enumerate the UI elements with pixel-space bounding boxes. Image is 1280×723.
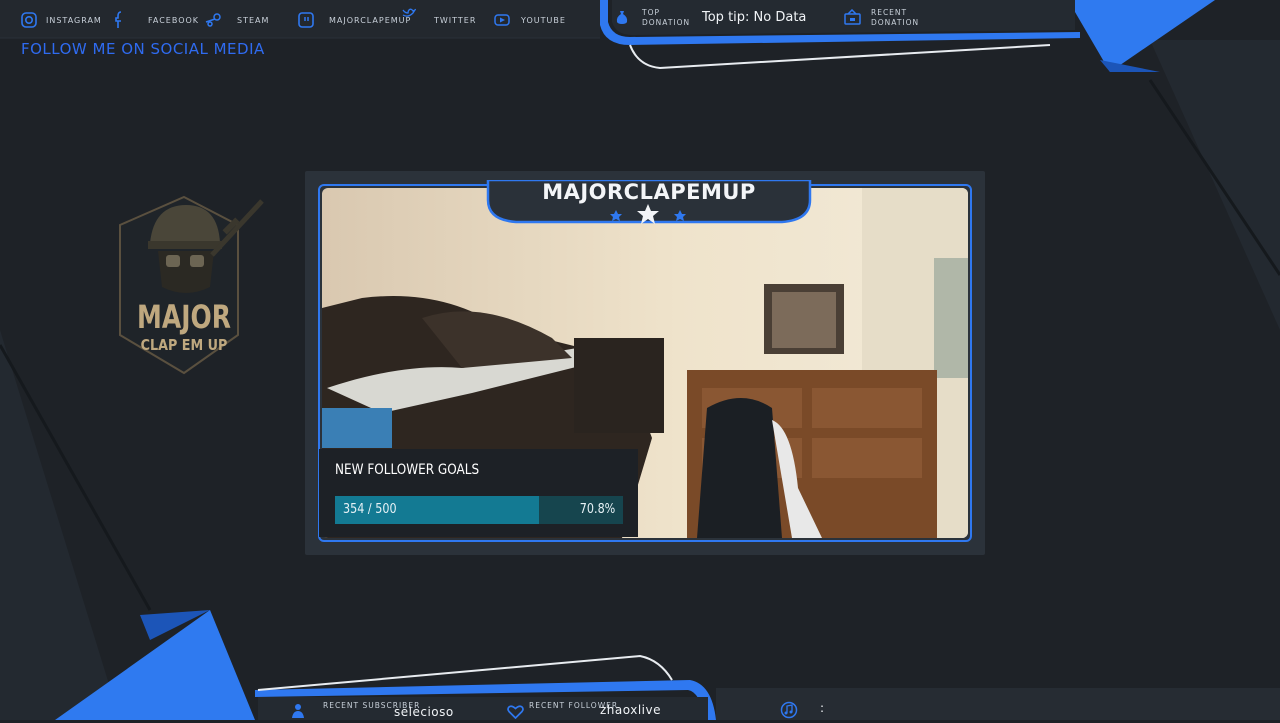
channel-logo: MAJOR CLAP EM UP (110, 195, 270, 380)
twitter-icon (400, 4, 418, 22)
instagram-icon (20, 11, 38, 29)
social-item-steam[interactable]: steam (205, 8, 269, 32)
star-icon (610, 204, 686, 224)
streamer-name: MAJORCLAPEMUP (542, 180, 756, 204)
goal-count: 354 / 500 (343, 502, 397, 517)
facebook-icon (110, 11, 128, 29)
social-item-instagram[interactable]: instagram (20, 8, 102, 32)
recent-follower-value: zhaoxlive (600, 703, 661, 717)
social-label: majorclapemup (329, 15, 412, 25)
twitch-icon (297, 11, 315, 29)
follow-me-heading: FOLLOW ME ON SOCIAL MEDIA (21, 40, 265, 58)
goal-percent: 70.8% (579, 502, 615, 517)
top-donation-label: TOP DONATION (642, 8, 691, 27)
social-item-twitch[interactable]: majorclapemup (297, 8, 411, 32)
social-label: steam (237, 15, 270, 25)
donation-box-icon (844, 8, 861, 29)
social-item-youtube[interactable]: youtube (493, 8, 566, 32)
goal-progress-bar: 354 / 500 70.8% (335, 496, 623, 524)
now-playing-value: : (820, 701, 825, 715)
top-donation-value: Top tip: No Data (702, 10, 807, 25)
recent-donation-label: RECENT DONATION (871, 8, 920, 27)
social-item-facebook[interactable]: facebook (110, 8, 199, 32)
social-label: twitter (434, 15, 477, 25)
logo-title: MAJOR (137, 298, 231, 336)
steam-icon (205, 11, 223, 29)
user-icon (291, 703, 305, 723)
social-label: youtube (521, 15, 566, 25)
social-label: facebook (148, 15, 200, 25)
social-label: instagram (46, 15, 102, 25)
money-bag-icon (614, 9, 630, 29)
social-item-twitter[interactable]: twitter (400, 8, 476, 32)
recent-subscriber-value: selecioso (394, 705, 454, 719)
heart-icon (507, 704, 524, 723)
youtube-icon (493, 11, 511, 29)
goal-title: NEW FOLLOWER GOALS (335, 462, 480, 478)
follower-goal-widget: NEW FOLLOWER GOALS 354 / 500 70.8% (319, 449, 638, 537)
logo-subtitle: CLAP EM UP (140, 336, 228, 354)
